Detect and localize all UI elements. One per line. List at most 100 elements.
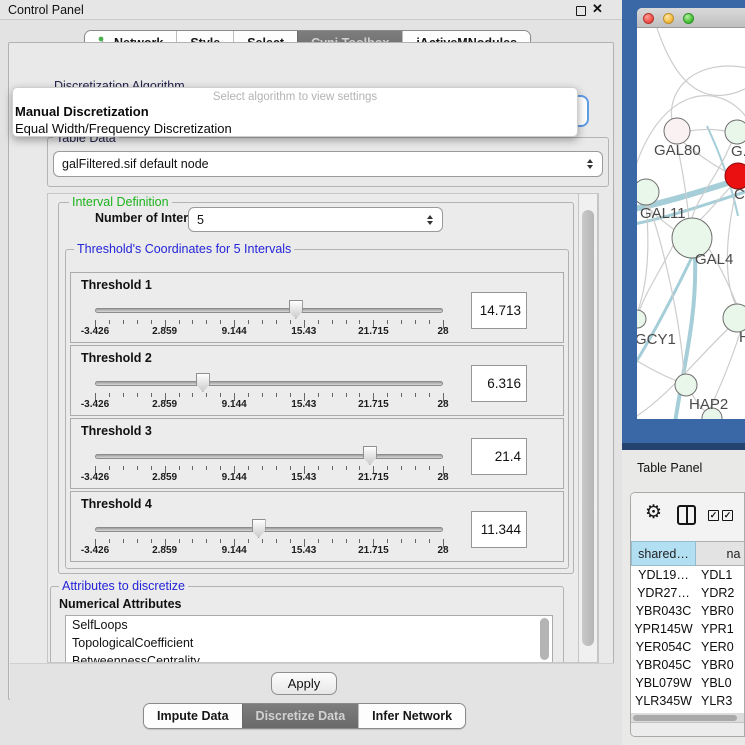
tick-mark bbox=[179, 393, 180, 397]
tick-mark bbox=[318, 539, 319, 543]
table-row[interactable]: YLR345WYLR3 bbox=[631, 692, 745, 710]
zoom-traffic-light-icon[interactable] bbox=[683, 13, 694, 24]
tick-mark bbox=[429, 393, 430, 397]
table-row[interactable]: YPR145WYPR1 bbox=[631, 620, 745, 638]
tab-impute-data[interactable]: Impute Data bbox=[144, 704, 242, 728]
network-node[interactable] bbox=[675, 374, 697, 396]
tick-label: 21.715 bbox=[358, 326, 389, 337]
tick-mark bbox=[318, 393, 319, 397]
threshold-slider-thumb[interactable] bbox=[363, 446, 377, 465]
cell-shared-name: YER054C bbox=[631, 638, 696, 656]
threshold-slider-track[interactable] bbox=[95, 454, 443, 459]
threshold-slider-track[interactable] bbox=[95, 527, 443, 532]
cell-shared-name: YBL079W bbox=[631, 674, 696, 692]
column-header-name[interactable]: na bbox=[696, 541, 745, 566]
table-row[interactable]: YDL19…YDL1 bbox=[631, 566, 745, 584]
checkbox-icon[interactable]: ✓ bbox=[708, 510, 719, 521]
network-node[interactable] bbox=[664, 118, 690, 144]
tick-mark bbox=[318, 466, 319, 470]
tick-label: -3.426 bbox=[81, 399, 109, 410]
list-item[interactable]: TopologicalCoefficient bbox=[66, 634, 552, 652]
tick-mark bbox=[137, 466, 138, 470]
network-node[interactable] bbox=[723, 304, 745, 332]
cell-name: YBR0 bbox=[701, 656, 745, 674]
network-canvas[interactable]: GAL80G.CGAL11GAL4GCY1HHAP2 bbox=[637, 28, 745, 419]
tick-label: 2.859 bbox=[152, 399, 177, 410]
tick-mark bbox=[137, 539, 138, 543]
threshold-panel: Threshold 3-3.4262.8599.14415.4321.71528… bbox=[70, 418, 564, 489]
threshold-value-input[interactable]: 6.316 bbox=[471, 365, 527, 402]
tick-label: 15.43 bbox=[291, 472, 316, 483]
network-node[interactable] bbox=[637, 310, 646, 328]
threshold-slider-thumb[interactable] bbox=[252, 519, 266, 538]
attributes-scrollbar[interactable] bbox=[539, 618, 550, 662]
table-hscrollbar-thumb[interactable] bbox=[633, 715, 737, 721]
popup-option[interactable]: Equal Width/Frequency Discretization bbox=[13, 120, 577, 137]
list-item[interactable]: SelfLoops bbox=[66, 616, 552, 634]
table-row[interactable]: YDR27…YDR2 bbox=[631, 584, 745, 602]
threshold-slider-thumb[interactable] bbox=[289, 300, 303, 319]
list-item[interactable]: BetweennessCentrality bbox=[66, 652, 552, 663]
threshold-slider-track[interactable] bbox=[95, 381, 443, 386]
number-of-intervals-spinner[interactable]: 5 bbox=[188, 207, 443, 232]
panel-scrollbar-thumb[interactable] bbox=[582, 210, 594, 646]
cell-name: YBR0 bbox=[701, 602, 745, 620]
tick-mark bbox=[248, 539, 249, 543]
tick-mark bbox=[387, 320, 388, 324]
tick-mark bbox=[109, 466, 110, 470]
cell-shared-name: YBR045C bbox=[631, 656, 696, 674]
network-node-label: GAL11 bbox=[640, 205, 686, 222]
gear-icon[interactable]: ⚙ bbox=[645, 501, 662, 524]
attributes-title: Attributes to discretize bbox=[59, 579, 188, 593]
columns-icon[interactable] bbox=[677, 505, 696, 525]
table-row[interactable]: YER054CYER0 bbox=[631, 638, 745, 656]
numerical-attributes-label: Numerical Attributes bbox=[59, 597, 181, 611]
table-row[interactable]: YBL079WYBL0 bbox=[631, 674, 745, 692]
panel-scrollbar[interactable] bbox=[578, 193, 598, 663]
tick-mark bbox=[123, 393, 124, 397]
network-node[interactable] bbox=[725, 120, 745, 144]
scrollbar-thumb[interactable] bbox=[540, 618, 549, 660]
tick-mark bbox=[262, 393, 263, 397]
table-row[interactable]: YBR045C YBR0 bbox=[631, 656, 745, 674]
interval-definition-group: Interval Definition Number of Intervals … bbox=[58, 202, 574, 574]
tick-label: 28 bbox=[437, 399, 448, 410]
popup-option[interactable]: Manual Discretization bbox=[13, 103, 577, 120]
checkbox-icon[interactable]: ✓ bbox=[722, 510, 733, 521]
table-hscrollbar[interactable] bbox=[631, 713, 745, 722]
tab-discretize-data[interactable]: Discretize Data bbox=[242, 704, 359, 728]
threshold-value-input[interactable]: 21.4 bbox=[471, 438, 527, 475]
apply-button[interactable]: Apply bbox=[271, 672, 337, 695]
column-header-shared[interactable]: shared… bbox=[631, 541, 696, 566]
threshold-slider-track[interactable] bbox=[95, 308, 443, 313]
threshold-slider-thumb[interactable] bbox=[196, 373, 210, 392]
network-node[interactable] bbox=[637, 179, 659, 205]
tab-infer-network[interactable]: Infer Network bbox=[358, 704, 465, 728]
tick-mark bbox=[346, 320, 347, 324]
tick-mark bbox=[151, 539, 152, 543]
tick-label: 28 bbox=[437, 545, 448, 556]
table-row[interactable]: YBR043CYBR0 bbox=[631, 602, 745, 620]
window-title: Control Panel bbox=[8, 3, 84, 17]
table-data-combobox[interactable]: galFiltered.sif default node bbox=[53, 151, 603, 177]
close-traffic-light-icon[interactable] bbox=[643, 13, 654, 24]
threshold-value-input[interactable]: 14.713 bbox=[471, 292, 527, 329]
spinner-stepper-icon[interactable] bbox=[427, 215, 433, 225]
tick-label: 9.144 bbox=[222, 399, 247, 410]
attributes-list[interactable]: SelfLoopsTopologicalCoefficientBetweenne… bbox=[65, 615, 553, 663]
close-icon[interactable]: ✕ bbox=[592, 1, 603, 17]
cell-name: YLR3 bbox=[701, 692, 745, 710]
table-panel: Table Panel ⚙ ✓ ✓ shared… na YDL19…YDL1Y… bbox=[622, 450, 745, 745]
combo-stepper-icon[interactable] bbox=[587, 159, 593, 169]
tick-mark bbox=[276, 466, 277, 470]
minimize-traffic-light-icon[interactable] bbox=[663, 13, 674, 24]
window-divider bbox=[622, 443, 745, 450]
network-graph: GAL80G.CGAL11GAL4GCY1HHAP2 bbox=[637, 28, 745, 419]
cell-name: YDL1 bbox=[701, 566, 745, 584]
tick-label: -3.426 bbox=[81, 472, 109, 483]
tick-mark bbox=[387, 466, 388, 470]
threshold-value-input[interactable]: 11.344 bbox=[471, 511, 527, 548]
tick-mark bbox=[318, 320, 319, 324]
network-window-titlebar bbox=[637, 8, 745, 28]
float-window-icon[interactable] bbox=[576, 6, 586, 16]
